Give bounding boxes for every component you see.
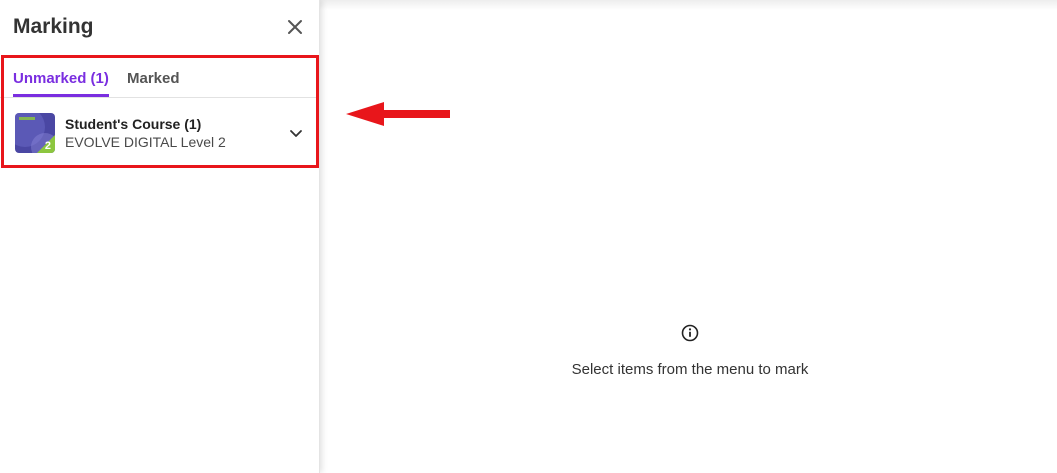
- tab-unmarked[interactable]: Unmarked (1): [13, 70, 109, 97]
- empty-state: Select items from the menu to mark: [540, 324, 840, 378]
- course-list-item[interactable]: 2 Student's Course (1) EVOLVE DIGITAL Le…: [0, 98, 319, 168]
- empty-state-message: Select items from the menu to mark: [571, 361, 809, 378]
- close-icon: [288, 20, 302, 34]
- marking-tabs: Unmarked (1) Marked: [0, 64, 319, 98]
- info-icon: [681, 324, 699, 342]
- expand-button[interactable]: [288, 127, 304, 139]
- course-title: Student's Course (1): [65, 116, 202, 132]
- course-thumbnail: 2: [15, 113, 55, 153]
- arrow-left-icon: [346, 102, 450, 126]
- course-subtitle: EVOLVE DIGITAL Level 2: [65, 134, 226, 150]
- close-button[interactable]: [284, 16, 306, 38]
- course-thumbnail-badge: 2: [44, 140, 51, 152]
- chevron-down-icon: [290, 130, 302, 137]
- tab-marked[interactable]: Marked: [127, 70, 180, 97]
- sidebar-header: Marking: [0, 0, 319, 55]
- top-shadow: [319, 0, 1057, 10]
- marking-sidebar: Marking Unmarked (1) Marked 2 Student's …: [0, 0, 320, 473]
- sidebar-title: Marking: [13, 15, 94, 38]
